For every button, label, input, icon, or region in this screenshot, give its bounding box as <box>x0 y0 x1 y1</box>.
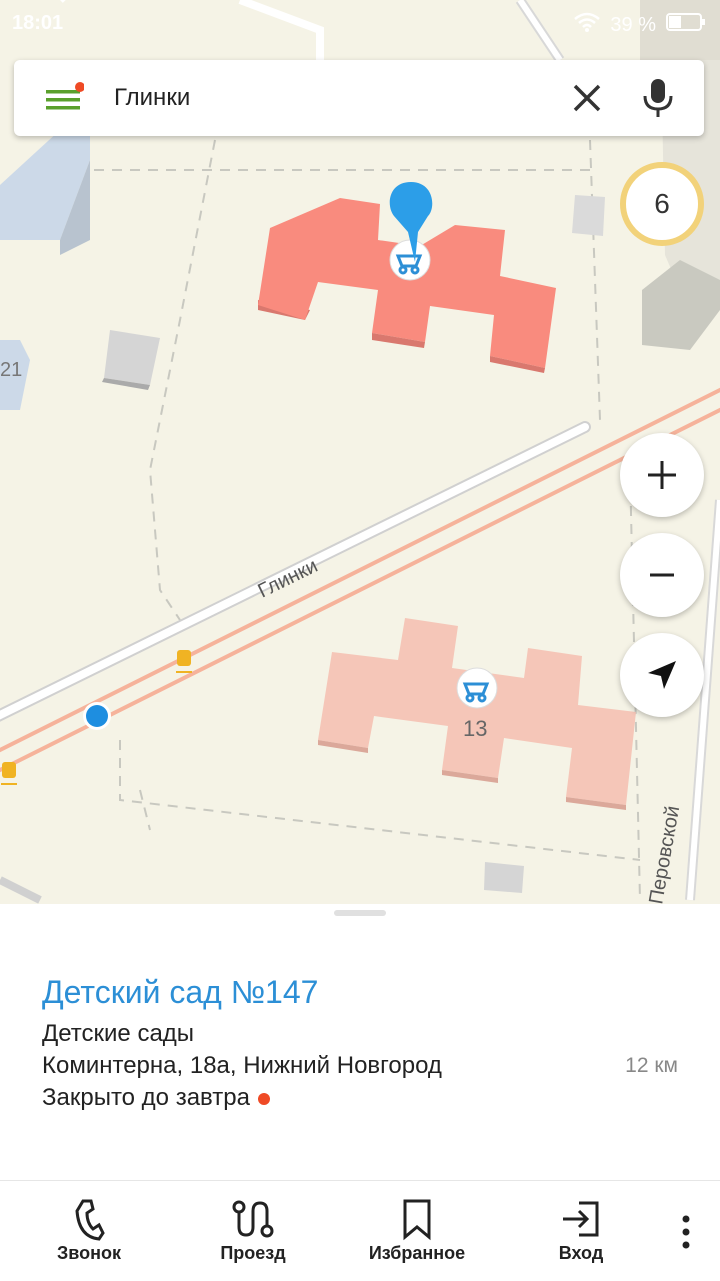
nearby-count-badge[interactable]: 6 <box>620 162 704 246</box>
svg-text:21: 21 <box>0 359 22 381</box>
bookmark-icon <box>403 1199 431 1241</box>
route-button[interactable]: Проезд <box>188 1181 318 1281</box>
navigation-arrow-icon <box>648 661 676 689</box>
kindergarten-poi-icon-2 <box>456 667 498 709</box>
map-canvas[interactable]: 21 13 Глинки Перовской <box>0 0 720 910</box>
drag-handle[interactable] <box>334 910 386 916</box>
call-label: Звонок <box>57 1243 121 1263</box>
more-options-icon[interactable] <box>682 1215 690 1249</box>
microphone-icon[interactable] <box>638 76 678 120</box>
battery-icon <box>666 12 706 38</box>
house-number-13: 13 <box>463 716 487 741</box>
place-distance: 12 км <box>625 1054 678 1077</box>
route-label: Проезд <box>220 1243 286 1263</box>
login-label: Вход <box>558 1243 604 1263</box>
minus-icon <box>650 573 674 577</box>
menu-icon[interactable] <box>44 82 85 114</box>
bottom-action-bar: Звонок Проезд Избранное Вход <box>0 1180 720 1281</box>
my-location-button[interactable] <box>620 633 704 717</box>
place-category: Детские сады <box>42 1020 195 1047</box>
hours-text: Закрыто до завтра <box>42 1084 250 1111</box>
battery-percent: 39 % <box>610 13 656 36</box>
status-icons: 39 % <box>574 12 706 38</box>
phone-icon <box>75 1199 105 1241</box>
place-hours: Закрыто до завтра <box>42 1084 270 1112</box>
call-button[interactable]: Звонок <box>24 1181 154 1281</box>
place-address: Коминтерна, 18а, Нижний Новгород <box>42 1052 442 1079</box>
place-card[interactable]: Детский сад №147 Детские сады Коминтерна… <box>0 904 720 1180</box>
login-icon <box>563 1201 599 1237</box>
zoom-in-button[interactable] <box>620 433 704 517</box>
zoom-out-button[interactable] <box>620 533 704 617</box>
search-bar[interactable]: Глинки <box>14 60 704 136</box>
search-input[interactable]: Глинки <box>114 84 190 112</box>
status-time: 18:01 <box>12 12 64 34</box>
plus-icon <box>648 461 676 489</box>
place-title[interactable]: Детский сад №147 <box>42 974 318 1011</box>
closed-status-dot <box>257 1092 270 1105</box>
close-icon[interactable] <box>569 80 605 116</box>
route-icon <box>232 1200 274 1238</box>
wifi-icon <box>574 12 601 38</box>
kindergarten-poi-icon <box>389 239 431 281</box>
status-bar: 18:01 39 % <box>0 0 720 48</box>
favorites-label: Избранное <box>368 1243 466 1263</box>
favorites-button[interactable]: Избранное <box>352 1181 482 1281</box>
login-button[interactable]: Вход <box>516 1181 646 1281</box>
